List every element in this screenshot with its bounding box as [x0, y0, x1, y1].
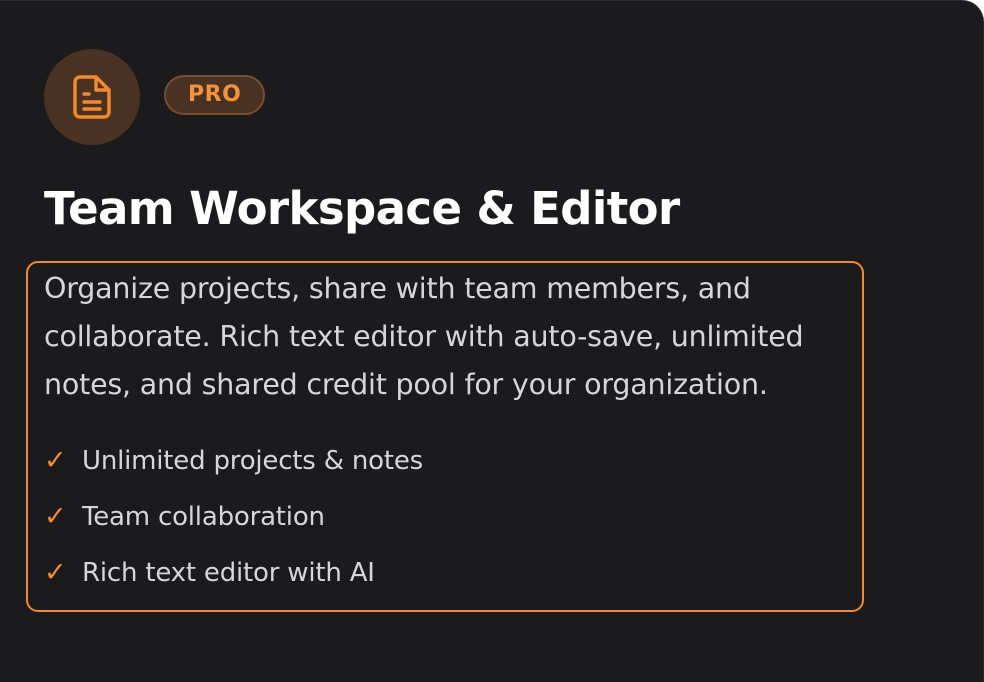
- checkmark-icon: ✓: [44, 501, 67, 532]
- feature-label: Rich text editor with AI: [82, 558, 375, 588]
- pro-badge: PRO: [164, 75, 266, 115]
- checkmark-icon: ✓: [44, 557, 67, 588]
- card-title: Team Workspace & Editor: [44, 182, 680, 235]
- feature-item: ✓ Rich text editor with AI: [44, 549, 423, 597]
- card-description: Organize projects, share with team membe…: [44, 272, 804, 401]
- document-icon: [44, 49, 140, 145]
- feature-label: Unlimited projects & notes: [82, 446, 423, 476]
- feature-list: ✓ Unlimited projects & notes ✓ Team coll…: [44, 437, 423, 605]
- feature-item: ✓ Unlimited projects & notes: [44, 437, 423, 485]
- checkmark-icon: ✓: [44, 445, 67, 476]
- feature-item: ✓ Team collaboration: [44, 493, 423, 541]
- plan-card: PRO Team Workspace & Editor Organize pro…: [0, 0, 984, 682]
- feature-label: Team collaboration: [82, 502, 325, 532]
